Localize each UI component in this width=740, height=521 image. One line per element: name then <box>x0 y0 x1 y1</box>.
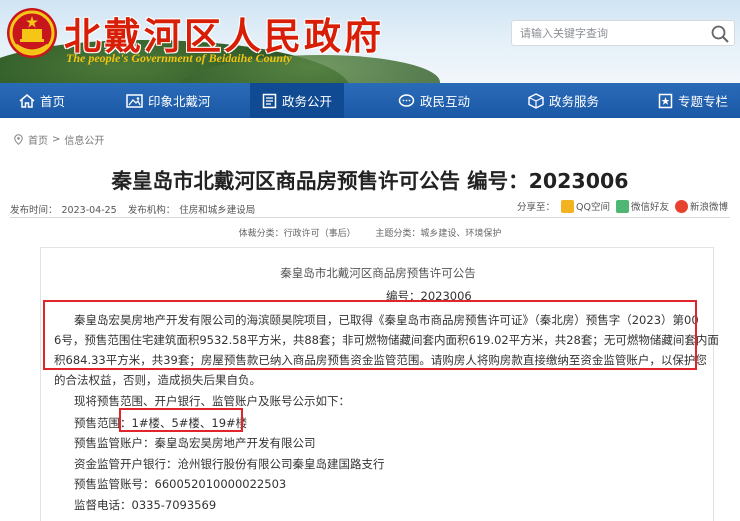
share-qzone[interactable]: QQ空间 <box>561 199 610 213</box>
category-line: 体裁分类：行政许可（事后） 主题分类：城乡建设、环境保护 <box>0 226 740 239</box>
content-intro: 现将预售范围、开户银行、监管账户及账号公示如下： <box>74 394 350 408</box>
highlight-box-paragraph <box>43 300 697 370</box>
home-icon <box>19 93 35 108</box>
share-wechat-label: 微信好友 <box>630 202 669 213</box>
breadcrumb: 首页 > 信息公开 <box>13 132 104 147</box>
content-phone: 监督电话：0335-7093569 <box>74 498 217 512</box>
share-wechat[interactable]: 微信好友 <box>615 199 669 213</box>
share-weibo-label: 新浪微博 <box>689 202 728 213</box>
content-bank: 资金监管开户银行：沧州银行股份有限公司秦皇岛建国路支行 <box>74 457 385 471</box>
share-bar: 分享至： QQ空间 微信好友 新浪微博 <box>517 199 728 213</box>
article-meta: 发布时间： 2023-04-25 发布机构： 住房和城乡建设局 <box>10 202 259 216</box>
service-icon <box>528 92 544 109</box>
search-input[interactable] <box>512 21 702 45</box>
nav-impression[interactable]: 印象北戴河 <box>122 83 215 118</box>
share-label: 分享至： <box>516 202 555 213</box>
column-icon <box>658 93 673 108</box>
article-content: 秦皇岛市北戴河区商品房预售许可公告 编号：2023006 秦皇岛宏昊房地产开发有… <box>40 247 719 521</box>
nav-gov-affairs-label: 政务公开 <box>281 94 332 109</box>
publish-label: 发布时间： <box>10 205 58 216</box>
search-box <box>511 20 735 46</box>
location-icon <box>14 134 23 145</box>
share-weibo[interactable]: 新浪微博 <box>674 199 728 213</box>
nav-special-label: 专题专栏 <box>678 94 729 109</box>
chat-icon <box>398 93 415 107</box>
content-heading: 秦皇岛市北戴河区商品房预售许可公告 <box>280 266 476 280</box>
org-label: 发布机构： <box>127 205 176 216</box>
main-nav: 首页 印象北戴河 政务公开 政民互动 政务服务 专题专栏 <box>0 83 740 118</box>
content-account-holder: 预售监管账户：秦皇岛宏昊房地产开发有限公司 <box>74 436 316 450</box>
publish-date: 2023-04-25 <box>61 205 117 216</box>
org-value: 住房和城乡建设局 <box>179 205 256 216</box>
document-icon <box>262 93 277 108</box>
search-icon[interactable] <box>710 24 730 44</box>
content-para-line-4: 的合法权益，否则，造成损失后果自负。 <box>54 373 261 387</box>
image-icon <box>126 93 143 108</box>
topic-label: 主题分类： <box>375 229 421 239</box>
highlight-box-scope <box>119 408 243 432</box>
share-qzone-label: QQ空间 <box>576 202 610 213</box>
wechat-icon <box>615 199 629 213</box>
nav-services-label: 政务服务 <box>549 94 600 109</box>
national-emblem-icon <box>7 8 57 58</box>
page-title: 秦皇岛市北戴河区商品房预售许可公告 编号：2023006 <box>111 169 629 193</box>
nav-home-label: 首页 <box>40 94 66 109</box>
nav-home[interactable]: 首页 <box>15 83 69 118</box>
nav-interaction[interactable]: 政民互动 <box>394 83 474 118</box>
breadcrumb-home[interactable]: 首页 <box>28 132 48 147</box>
breadcrumb-info[interactable]: 信息公开 <box>64 132 104 147</box>
site-subtitle: The people's Government of Beidaihe Coun… <box>66 51 292 65</box>
category-value: 行政许可（事后） <box>283 229 356 239</box>
nav-interaction-label: 政民互动 <box>420 94 471 109</box>
nav-special[interactable]: 专题专栏 <box>654 83 732 118</box>
topic-value: 城乡建设、环境保护 <box>420 229 502 239</box>
category-label: 体裁分类： <box>238 229 284 239</box>
nav-gov-affairs[interactable]: 政务公开 <box>250 83 344 118</box>
qzone-icon <box>561 199 574 213</box>
weibo-icon <box>674 199 688 213</box>
divider <box>10 217 730 218</box>
content-account-no: 预售监管账号：660052010000022503 <box>74 477 287 491</box>
nav-impression-label: 印象北戴河 <box>148 94 211 109</box>
breadcrumb-separator: > <box>52 134 61 145</box>
nav-services[interactable]: 政务服务 <box>524 83 603 118</box>
header-banner: 北戴河区人民政府 The people's Government of Beid… <box>0 0 740 83</box>
